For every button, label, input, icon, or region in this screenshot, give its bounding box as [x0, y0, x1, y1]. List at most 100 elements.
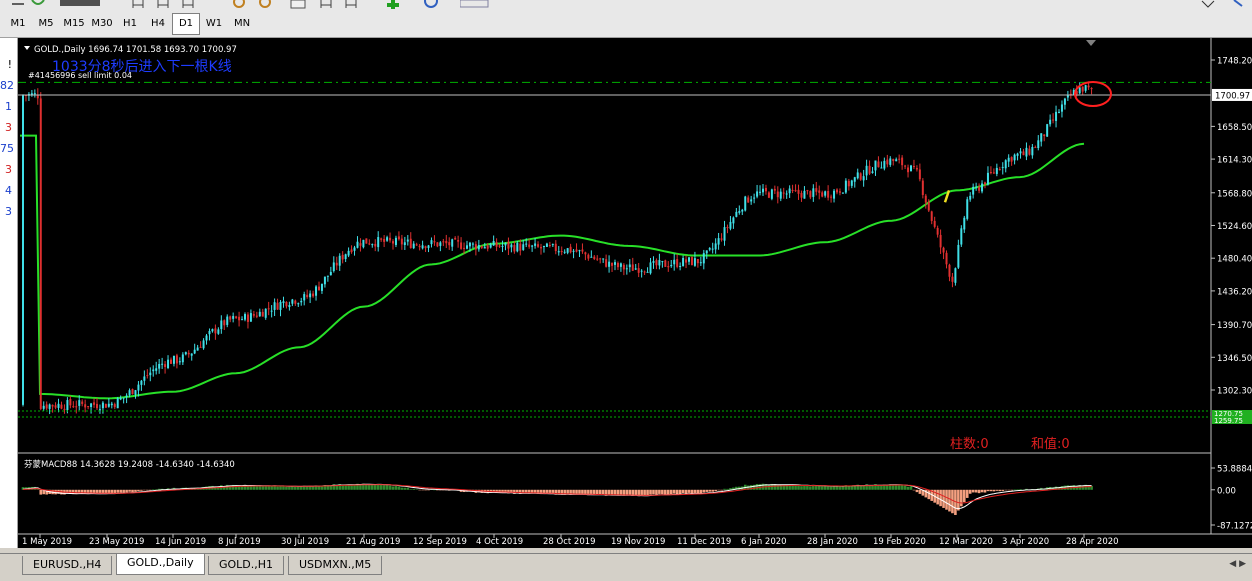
candle-body: [1040, 133, 1043, 142]
line-chart-icon[interactable]: [180, 0, 196, 9]
back-arrow-icon[interactable]: [10, 0, 26, 9]
timeframe-m1-button[interactable]: M1: [4, 13, 32, 35]
zoom-out-icon[interactable]: [258, 0, 274, 9]
candle-body: [335, 262, 338, 266]
candle-body: [383, 238, 386, 242]
candle-body: [397, 236, 400, 240]
candle-body: [66, 400, 69, 411]
macd-bar: [409, 489, 413, 490]
cursor-icon[interactable]: [1232, 0, 1248, 9]
chart-window[interactable]: 1748.20 1700.97 1658.50 1614.30 1568.80 1524.…: [18, 38, 1252, 548]
chart-tab[interactable]: EURUSD.,H4: [22, 556, 113, 575]
candles-tool-icon[interactable]: [155, 0, 171, 9]
timeframe-toolbar: M1 M5 M15 M30 H1 H4 D1 W1 MN: [4, 13, 256, 35]
clock-icon[interactable]: [423, 0, 439, 9]
candle-body: [575, 249, 578, 252]
macd-bar: [903, 485, 907, 490]
macd-bar: [285, 486, 288, 490]
candle-body: [608, 261, 611, 267]
candle-body: [436, 242, 439, 247]
candle-body: [741, 209, 744, 212]
timeframe-h4-button[interactable]: H4: [144, 13, 172, 35]
candle-body: [998, 169, 1001, 171]
zoom-in-icon[interactable]: [232, 0, 248, 9]
macd-bar: [628, 489, 632, 496]
timeframe-w1-button[interactable]: W1: [200, 13, 228, 35]
candle-body: [152, 369, 155, 372]
candle-body: [220, 320, 223, 330]
macd-bar: [658, 489, 661, 494]
templates-icon[interactable]: [460, 0, 490, 9]
candle-body: [631, 264, 634, 271]
candle-body: [318, 286, 320, 291]
candle-body: [480, 246, 483, 248]
candle-body: [1025, 147, 1028, 157]
forward-arrow-icon[interactable]: [30, 0, 46, 9]
candle-body: [54, 405, 57, 408]
timeframe-h1-button[interactable]: H1: [116, 13, 144, 35]
timeframe-m15-button[interactable]: M15: [60, 13, 88, 35]
autoscroll-icon[interactable]: [318, 0, 334, 9]
candle-body: [75, 406, 78, 408]
macd-bar: [619, 489, 623, 496]
candle-body: [540, 247, 542, 249]
macd-bar: [311, 486, 315, 490]
candle-body: [622, 264, 625, 270]
candle-body: [252, 314, 255, 316]
candle-body: [939, 234, 942, 248]
chart-tab[interactable]: GOLD.,H1: [208, 556, 285, 575]
indicators-icon[interactable]: [385, 0, 401, 9]
chart-shift-icon[interactable]: [343, 0, 359, 9]
candle-body: [915, 167, 918, 170]
macd-bar: [942, 489, 945, 508]
candle-body: [48, 404, 51, 409]
macd-bar: [779, 484, 783, 490]
candle-body: [886, 159, 889, 165]
candle-body: [682, 257, 685, 267]
candle-body: [442, 241, 445, 243]
candle-body: [966, 199, 969, 219]
left-strip-value: 75: [0, 142, 14, 155]
autotrading-icon[interactable]: [60, 0, 100, 9]
period-tool-icon[interactable]: [130, 0, 146, 9]
candle-body: [1081, 86, 1084, 92]
candle-body: [39, 98, 42, 409]
candle-body: [714, 243, 717, 250]
candle-body: [791, 189, 794, 191]
price-tick-label: 1614.30: [1217, 156, 1252, 166]
candle-body: [291, 299, 294, 304]
timeframe-m5-button[interactable]: M5: [32, 13, 60, 35]
candle-body: [685, 259, 688, 263]
timeframe-mn-button[interactable]: MN: [228, 13, 256, 35]
chart-canvas[interactable]: 1748.20 1700.97 1658.50 1614.30 1568.80 1524.…: [18, 38, 1252, 548]
candle-body: [611, 262, 614, 266]
date-label: 12 Sep 2019: [413, 537, 467, 547]
macd-bar: [421, 489, 424, 491]
chart-tab[interactable]: USDMXN.,M5: [288, 556, 383, 575]
macd-bar: [817, 485, 821, 490]
candle-body: [353, 247, 356, 251]
candle-body: [735, 211, 738, 217]
candle-body: [563, 251, 566, 253]
candle-body: [750, 199, 753, 202]
candle-body: [812, 188, 815, 197]
macd-bar: [862, 485, 865, 490]
candle-body: [33, 93, 36, 95]
macd-bar: [974, 489, 978, 493]
macd-bar: [814, 485, 818, 490]
candle-body: [744, 196, 747, 211]
tile-windows-icon[interactable]: [290, 0, 306, 9]
candle-body: [181, 354, 184, 363]
candle-body: [406, 239, 409, 242]
candle-body: [504, 243, 507, 246]
chart-tab[interactable]: GOLD.,Daily: [116, 554, 205, 575]
candle-body: [818, 190, 821, 193]
timeframe-d1-button[interactable]: D1: [172, 13, 200, 35]
candle-body: [960, 228, 963, 245]
candle-body: [883, 160, 886, 169]
tabs-scroll-icon[interactable]: ◀ ▶: [1229, 559, 1246, 569]
candle-body: [81, 401, 84, 404]
dropdown-arrow-icon[interactable]: [1200, 0, 1216, 9]
candle-body: [403, 242, 406, 246]
timeframe-m30-button[interactable]: M30: [88, 13, 116, 35]
